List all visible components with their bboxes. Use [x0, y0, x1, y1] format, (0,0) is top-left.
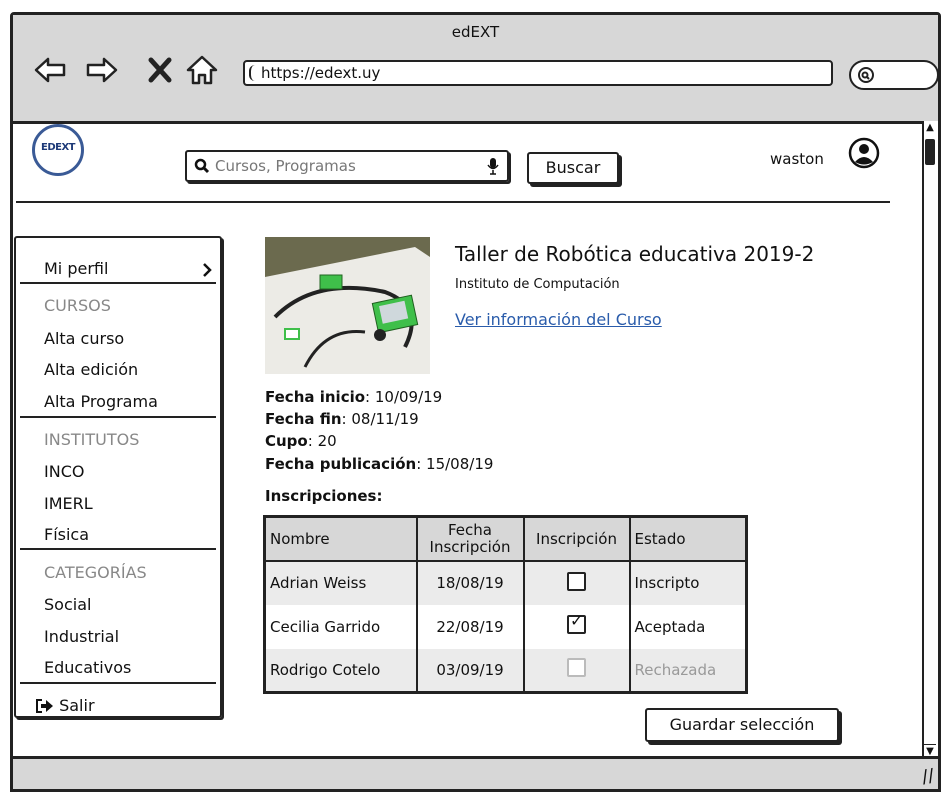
resize-grip-icon[interactable]: //: [920, 765, 936, 788]
table-row: Cecilia Garrido 22/08/19 ✓ Aceptada: [263, 604, 748, 649]
sidebar-item-mi-perfil[interactable]: Mi perfil: [44, 259, 108, 278]
browser-toolbar: edEXT https://edext.uy: [13, 15, 939, 124]
column-header-estado: Estado: [628, 516, 748, 562]
inscription-checkbox[interactable]: [567, 571, 586, 591]
scroll-up-arrow-icon[interactable]: ▲: [924, 121, 936, 135]
search-button[interactable]: Buscar: [527, 152, 619, 184]
inscriptions-table: Nombre Fecha Inscripción Inscripción Esta…: [263, 515, 748, 694]
course-image: [265, 237, 430, 374]
field-label: Cupo: [265, 432, 308, 450]
browser-search-field[interactable]: [849, 60, 939, 90]
logout-icon: [36, 699, 53, 713]
cell-fecha: 22/08/19: [415, 604, 525, 649]
user-avatar-icon[interactable]: [848, 137, 880, 169]
field-value: 10/09/19: [374, 388, 443, 406]
sidebar-divider: [20, 416, 216, 418]
column-header-inscripcion: Inscripción: [522, 516, 631, 562]
search-icon: [858, 67, 874, 83]
search-icon: [194, 158, 210, 174]
field-label: Fecha inicio: [265, 388, 366, 406]
sidebar-header-institutos: INSTITUTOS: [44, 430, 140, 449]
inscriptions-heading: Inscripciones:: [265, 487, 383, 505]
field-fecha-fin: Fecha fin: 08/11/19: [265, 410, 419, 428]
cell-estado: Rechazada: [628, 648, 748, 693]
close-icon[interactable]: [143, 53, 177, 87]
column-header-fecha: Fecha Inscripción: [415, 516, 525, 562]
field-fecha-publicacion: Fecha publicación: 15/08/19: [265, 455, 494, 473]
sidebar-item-industrial[interactable]: Industrial: [44, 627, 119, 646]
search-placeholder: Cursos, Programas: [215, 157, 356, 175]
forward-arrow-icon[interactable]: [85, 53, 119, 87]
sidebar-item-alta-edicion[interactable]: Alta edición: [44, 360, 138, 379]
course-info-link[interactable]: Ver información del Curso: [455, 310, 662, 329]
logout-link[interactable]: Salir: [36, 696, 95, 715]
chevron-right-icon[interactable]: [202, 262, 212, 278]
course-title: Taller de Robótica educativa 2019-2: [455, 242, 815, 266]
sidebar-item-fisica[interactable]: Física: [44, 525, 89, 544]
cell-nombre: Cecilia Garrido: [263, 604, 418, 649]
column-header-nombre: Nombre: [263, 516, 418, 562]
cell-inscripcion: [522, 648, 631, 693]
cell-inscripcion: [522, 560, 631, 605]
field-cupo: Cupo: 20: [265, 432, 337, 450]
cell-inscripcion: ✓: [522, 604, 631, 649]
address-bar[interactable]: https://edext.uy: [243, 60, 833, 86]
header-divider: [16, 201, 890, 203]
sidebar-divider: [20, 548, 216, 550]
username: waston: [770, 150, 824, 168]
sidebar-header-categorias: CATEGORÍAS: [44, 563, 147, 582]
table-header-row: Nombre Fecha Inscripción Inscripción Esta…: [263, 516, 748, 562]
save-selection-button[interactable]: Guardar selección: [645, 708, 839, 742]
microphone-icon[interactable]: [487, 157, 499, 175]
cell-fecha: 18/08/19: [415, 560, 525, 605]
field-label: Fecha publicación: [265, 455, 417, 473]
cell-estado: Aceptada: [628, 604, 748, 649]
cell-nombre: Rodrigo Cotelo: [263, 648, 418, 693]
edext-logo[interactable]: EDEXT: [32, 124, 84, 176]
field-value: 20: [317, 432, 337, 450]
sidebar-item-inco[interactable]: INCO: [44, 462, 84, 481]
vertical-scrollbar[interactable]: ▲ ▼: [922, 121, 938, 759]
table-row: Adrian Weiss 18/08/19 Inscripto: [263, 560, 748, 605]
field-label: Fecha fin: [265, 410, 342, 428]
field-fecha-inicio: Fecha inicio: 10/09/19: [265, 388, 443, 406]
logout-label: Salir: [59, 696, 95, 715]
sidebar-menu: Mi perfil CURSOS Alta curso Alta edición…: [14, 236, 222, 718]
sidebar-item-alta-programa[interactable]: Alta Programa: [44, 392, 158, 411]
field-value: 08/11/19: [351, 410, 419, 428]
course-institute: Instituto de Computación: [455, 277, 620, 292]
inscription-checkbox-checked[interactable]: ✓: [567, 611, 586, 634]
checkmark-icon: ✓: [570, 611, 584, 630]
cell-fecha: 03/09/19: [415, 648, 525, 693]
status-bar: //: [13, 756, 938, 789]
sidebar-item-social[interactable]: Social: [44, 595, 91, 614]
logo-text: EDEXT: [41, 142, 76, 153]
sidebar-header-cursos: CURSOS: [44, 296, 111, 315]
scroll-thumb[interactable]: [925, 139, 935, 165]
column-header-fecha-line1: Fecha: [448, 520, 492, 539]
back-arrow-icon[interactable]: [33, 53, 67, 87]
column-header-fecha-line2: Inscripción: [429, 537, 511, 556]
sidebar-item-educativos[interactable]: Educativos: [44, 658, 131, 677]
sidebar-item-imerl[interactable]: IMERL: [44, 494, 93, 513]
table-row: Rodrigo Cotelo 03/09/19 Rechazada: [263, 648, 748, 693]
window-title: edEXT: [451, 23, 500, 41]
field-value: 15/08/19: [426, 455, 494, 473]
cell-estado: Inscripto: [628, 560, 748, 605]
cell-nombre: Adrian Weiss: [263, 560, 418, 605]
home-icon[interactable]: [185, 53, 219, 87]
sidebar-item-alta-curso[interactable]: Alta curso: [44, 329, 124, 348]
inscription-checkbox-disabled: [567, 658, 586, 678]
search-input[interactable]: Cursos, Programas: [185, 150, 509, 182]
sidebar-divider: [20, 282, 216, 284]
sidebar-divider: [20, 682, 216, 684]
